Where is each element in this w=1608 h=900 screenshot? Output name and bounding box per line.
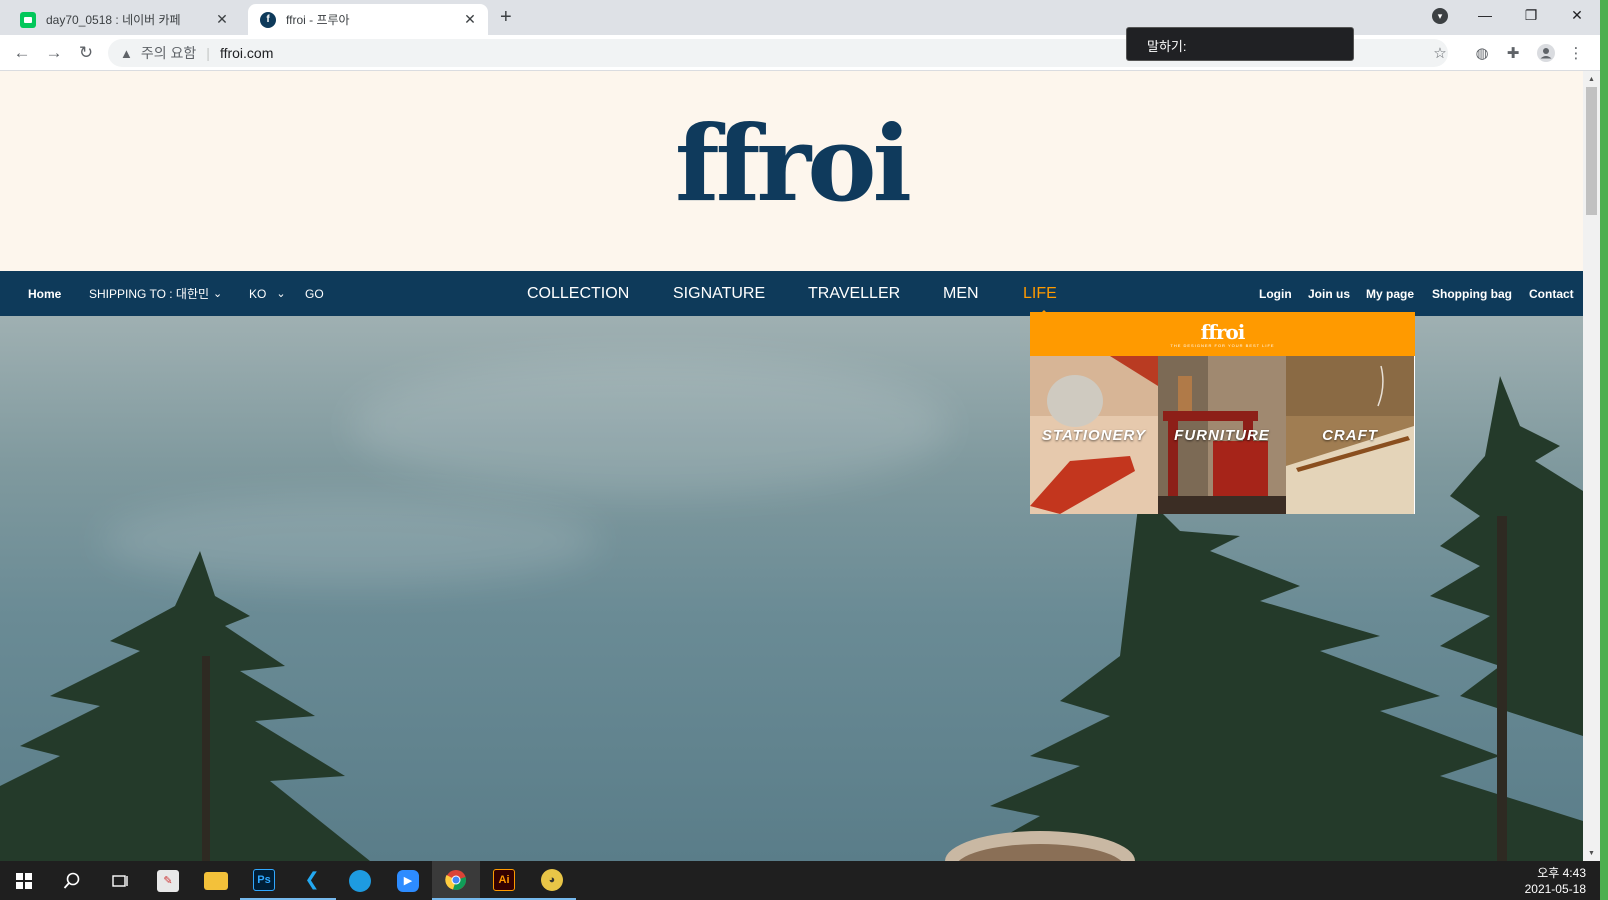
search-icon[interactable] bbox=[48, 861, 96, 900]
tab-naver-cafe[interactable]: day70_0518 : 네이버 카페 ✕ bbox=[8, 4, 240, 35]
right-edge-strip bbox=[1600, 0, 1608, 900]
nav-traveller[interactable]: TRAVELLER bbox=[808, 271, 900, 316]
tab-search-icon[interactable]: ▾ bbox=[1432, 8, 1448, 24]
photoshop-icon[interactable]: Ps bbox=[240, 861, 288, 900]
dropdown-pointer bbox=[1038, 310, 1050, 316]
restore-icon[interactable]: ❐ bbox=[1508, 0, 1554, 30]
browser-menu-icon[interactable]: ⋮ bbox=[1566, 43, 1586, 63]
clock-time: 오후 4:43 bbox=[1537, 866, 1586, 880]
ffroi-favicon-icon: f bbox=[260, 11, 276, 28]
illustrator-icon[interactable]: Ai bbox=[480, 861, 528, 900]
shipping-selector[interactable]: SHIPPING TO : 대한민 ⌄ bbox=[89, 271, 222, 316]
life-dropdown-menu: ffroi THE DESIGNER FOR YOUR BEST LIFE ST… bbox=[1030, 312, 1415, 514]
scroll-down-icon[interactable]: ▼ bbox=[1583, 845, 1600, 861]
warning-icon[interactable]: ▲ bbox=[120, 46, 133, 61]
nav-shopping-bag[interactable]: Shopping bag bbox=[1432, 271, 1512, 316]
task-view-icon[interactable] bbox=[96, 861, 144, 900]
main-navbar: Home SHIPPING TO : 대한민 ⌄ KO ⌄ GO COLLECTIO… bbox=[0, 271, 1583, 316]
extension-globe-icon[interactable]: ◍ bbox=[1472, 43, 1492, 63]
tab-title: day70_0518 : 네이버 카페 bbox=[46, 13, 181, 27]
url-text[interactable]: ffroi.com bbox=[220, 45, 273, 61]
vscode-icon[interactable]: ❮ bbox=[288, 861, 336, 900]
language-label: KO bbox=[249, 286, 267, 301]
edge-icon[interactable] bbox=[336, 861, 384, 900]
shipping-label: SHIPPING TO : 대한민 bbox=[89, 287, 210, 301]
nav-my-page[interactable]: My page bbox=[1366, 271, 1414, 316]
naver-cafe-favicon-icon bbox=[20, 11, 36, 28]
card-label-furniture: FURNITURE bbox=[1174, 426, 1270, 444]
minimize-icon[interactable]: — bbox=[1462, 0, 1508, 30]
reload-icon[interactable]: ↻ bbox=[74, 41, 98, 65]
scroll-up-icon[interactable]: ▲ bbox=[1583, 71, 1600, 87]
paint-icon[interactable]: ✎ bbox=[144, 861, 192, 900]
dropdown-logo: ffroi bbox=[1200, 319, 1246, 344]
card-label-craft: CRAFT bbox=[1322, 426, 1378, 444]
card-label-stationery: STATIONERY bbox=[1041, 426, 1147, 444]
back-icon[interactable]: ← bbox=[10, 41, 34, 65]
site-logo[interactable]: ffroi bbox=[0, 109, 1583, 219]
browser-toolbar: ← → ↻ ▲ 주의 요함 | ffroi.com ☆ ◍ ✚ ⋮ bbox=[0, 35, 1608, 71]
nav-home-link[interactable]: Home bbox=[28, 271, 61, 316]
dropdown-header: ffroi THE DESIGNER FOR YOUR BEST LIFE bbox=[1030, 312, 1415, 356]
language-selector[interactable]: KO ⌄ bbox=[249, 271, 286, 316]
nav-login[interactable]: Login bbox=[1259, 271, 1292, 316]
bookmark-star-icon[interactable]: ☆ bbox=[1430, 43, 1450, 63]
forward-icon[interactable]: → bbox=[42, 41, 66, 65]
page-viewport: ffroi Home SHIPPING TO : 대한민 ⌄ KO ⌄ GO COL… bbox=[0, 71, 1583, 861]
tab-title: ffroi - 프루아 bbox=[286, 13, 350, 27]
dropdown-card-stationery[interactable]: STATIONERY bbox=[1030, 356, 1158, 514]
nav-join-us[interactable]: Join us bbox=[1308, 271, 1350, 316]
close-window-icon[interactable]: ✕ bbox=[1554, 0, 1600, 30]
tab-ffroi[interactable]: f ffroi - 프루아 ✕ bbox=[248, 4, 488, 35]
dropdown-tagline: THE DESIGNER FOR YOUR BEST LIFE bbox=[1170, 342, 1275, 348]
site-header: ffroi bbox=[0, 71, 1583, 271]
chrome-icon[interactable] bbox=[432, 861, 480, 900]
windows-taskbar: ✎ Ps ❮ ▶ Ai ◕ 오후 4:43 2021-05-18 bbox=[0, 861, 1600, 900]
scrollbar-thumb[interactable] bbox=[1586, 87, 1597, 215]
profile-avatar-icon[interactable] bbox=[1536, 43, 1556, 63]
system-clock[interactable]: 오후 4:43 2021-05-18 bbox=[1525, 865, 1586, 897]
security-warning-label[interactable]: 주의 요함 bbox=[141, 43, 196, 63]
browser-tab-strip: day70_0518 : 네이버 카페 ✕ f ffroi - 프루아 ✕ + … bbox=[0, 0, 1608, 35]
windows-start-icon[interactable] bbox=[0, 861, 48, 900]
close-tab-icon[interactable]: ✕ bbox=[210, 11, 234, 28]
clock-date: 2021-05-18 bbox=[1524, 882, 1586, 896]
new-tab-button[interactable]: + bbox=[500, 6, 512, 29]
owl-app-icon[interactable]: ◕ bbox=[528, 861, 576, 900]
file-explorer-icon[interactable] bbox=[192, 861, 240, 900]
speech-popup: 말하기: bbox=[1126, 27, 1354, 61]
nav-collection[interactable]: COLLECTION bbox=[527, 271, 629, 316]
dropdown-card-craft[interactable]: CRAFT bbox=[1286, 356, 1414, 514]
zoom-icon[interactable]: ▶ bbox=[384, 861, 432, 900]
page-scrollbar[interactable]: ▲ ▼ bbox=[1583, 71, 1600, 861]
dropdown-card-furniture[interactable]: FURNITURE bbox=[1158, 356, 1286, 514]
nav-men[interactable]: MEN bbox=[943, 271, 979, 316]
chevron-down-icon: ⌄ bbox=[276, 288, 286, 300]
nav-contact[interactable]: Contact bbox=[1529, 271, 1574, 316]
chevron-down-icon: ⌄ bbox=[213, 288, 223, 300]
go-button[interactable]: GO bbox=[305, 271, 324, 316]
extensions-puzzle-icon[interactable]: ✚ bbox=[1503, 43, 1523, 63]
close-tab-icon[interactable]: ✕ bbox=[458, 11, 482, 28]
address-divider: | bbox=[206, 45, 210, 61]
nav-signature[interactable]: SIGNATURE bbox=[673, 271, 765, 316]
